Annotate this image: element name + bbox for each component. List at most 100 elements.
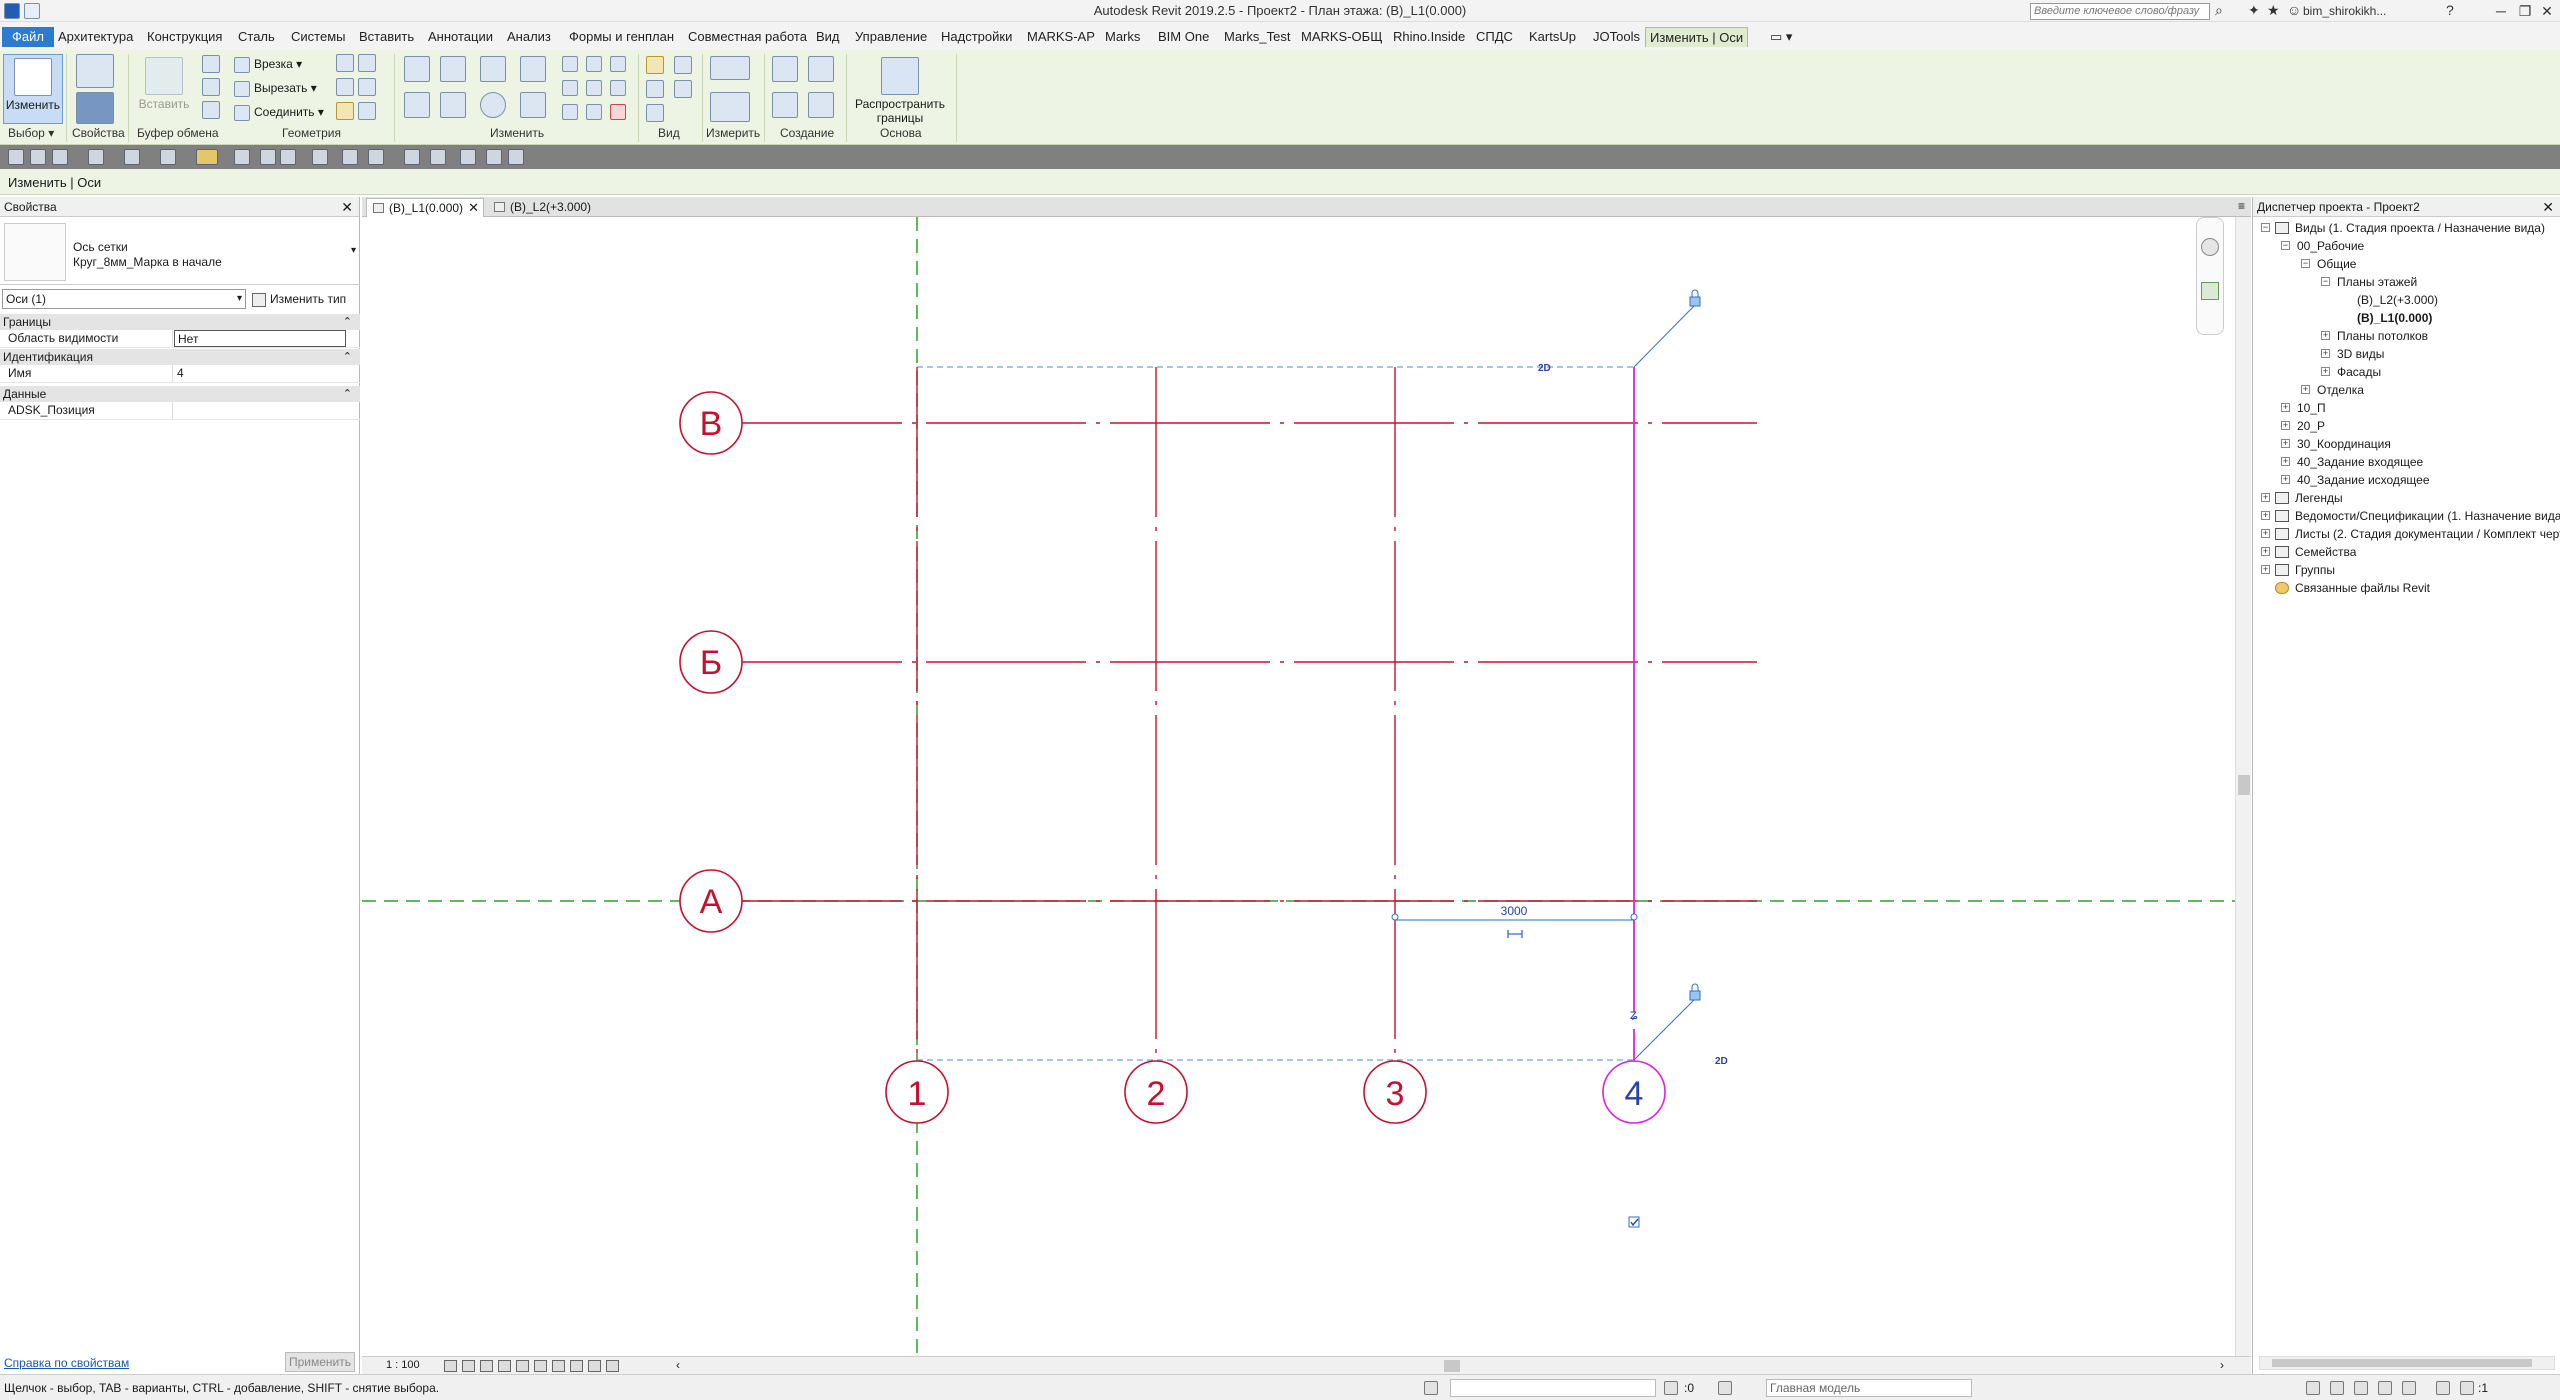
- help-search-input[interactable]: Введите ключевое слово/фразу: [2030, 3, 2210, 20]
- close-icon[interactable]: ✕: [2542, 197, 2554, 217]
- instance-filter-select[interactable]: Оси (1) ▾: [2, 289, 246, 309]
- unlock-3d-icon[interactable]: [552, 1360, 565, 1372]
- browser-item[interactable]: Фасады: [2337, 363, 2381, 381]
- dimension-qa-icon[interactable]: [234, 149, 250, 165]
- browser-item[interactable]: 3D виды: [2337, 345, 2384, 363]
- move-icon[interactable]: [404, 92, 430, 118]
- browser-item[interactable]: Планы потолков: [2337, 327, 2428, 345]
- tree-expand-toggle[interactable]: +: [2261, 547, 2270, 556]
- sun-path-icon[interactable]: [480, 1360, 493, 1372]
- close-tab-icon[interactable]: ✕: [468, 199, 479, 217]
- measure-qa-icon[interactable]: [196, 149, 218, 165]
- tab-marks-ap[interactable]: MARKS-AP: [1023, 27, 1099, 47]
- open-icon[interactable]: [8, 149, 24, 165]
- undo-icon[interactable]: [88, 149, 104, 165]
- tab-view-l1[interactable]: (В)_L1(0.000) ✕: [366, 198, 484, 217]
- drawing-area[interactable]: В Б А 1 2 3 4 ʑ 2D 2D 3000: [362, 217, 2235, 1356]
- demolish-icon[interactable]: [358, 78, 376, 96]
- group-identity[interactable]: Идентификация ⌃: [0, 349, 360, 365]
- browser-item[interactable]: Виды (1. Стадия проекта / Назначение вид…: [2295, 219, 2545, 237]
- tab-analyze[interactable]: Анализ: [503, 27, 555, 47]
- view-scale[interactable]: 1 : 100: [386, 1359, 420, 1371]
- thin-lines-icon[interactable]: [368, 149, 384, 165]
- panel-select[interactable]: Выбор ▾: [8, 126, 54, 140]
- browser-item[interactable]: 00_Рабочие: [2297, 237, 2364, 255]
- browser-item[interactable]: Отделка: [2317, 381, 2364, 399]
- help-icon[interactable]: ?: [2446, 2, 2454, 18]
- close-hidden-icon[interactable]: [404, 149, 420, 165]
- group-data[interactable]: Данные ⌃: [0, 386, 360, 402]
- tab-architecture[interactable]: Архитектура: [54, 27, 137, 47]
- join-button[interactable]: Соединить ▾: [234, 102, 324, 122]
- analysis-icon[interactable]: [606, 1360, 619, 1372]
- filter-icon[interactable]: [2460, 1381, 2474, 1395]
- tab-view-l2[interactable]: (В)_L2(+3.000): [488, 198, 598, 217]
- scroll-left-icon[interactable]: ‹: [676, 1358, 680, 1372]
- select-links-icon[interactable]: [2306, 1381, 2320, 1395]
- properties-icon[interactable]: [76, 92, 114, 124]
- split-face-icon[interactable]: [358, 54, 376, 72]
- tag-icon[interactable]: [260, 149, 276, 165]
- tab-marks-test[interactable]: Marks_Test: [1220, 27, 1294, 47]
- trim-icon[interactable]: [520, 92, 546, 118]
- tab-insert[interactable]: Вставить: [355, 27, 418, 47]
- create-parts-icon[interactable]: [772, 92, 798, 118]
- select-underlay-icon[interactable]: [2330, 1381, 2344, 1395]
- workset-select[interactable]: [1450, 1379, 1656, 1397]
- cut-geometry-button[interactable]: Вырезать ▾: [234, 78, 317, 98]
- browser-item[interactable]: Связанные файлы Revit: [2295, 579, 2430, 597]
- tab-modify-grids[interactable]: Изменить | Оси: [1645, 27, 1749, 47]
- override-graphics-icon[interactable]: [646, 56, 664, 74]
- tab-menu-icon[interactable]: ≡: [2238, 199, 2245, 213]
- tab-spds[interactable]: СПДС: [1472, 27, 1517, 47]
- minimize-button[interactable]: ─: [2488, 1, 2514, 21]
- pin-icon[interactable]: [610, 56, 626, 72]
- trim-extend-icon[interactable]: [562, 104, 578, 120]
- unpin-icon[interactable]: [610, 80, 626, 96]
- user-name[interactable]: bim_shirokikh...: [2303, 4, 2386, 18]
- name-field[interactable]: 4: [174, 365, 346, 382]
- type-properties-icon[interactable]: [76, 54, 114, 88]
- edit-type-button[interactable]: Изменить тип: [252, 289, 356, 309]
- print-icon[interactable]: [160, 149, 176, 165]
- browser-item[interactable]: 30_Координация: [2297, 435, 2391, 453]
- tree-expand-toggle[interactable]: −: [2301, 259, 2310, 268]
- tree-expand-toggle[interactable]: −: [2261, 223, 2270, 232]
- linework-icon[interactable]: [646, 80, 664, 98]
- align-icon[interactable]: [404, 56, 430, 82]
- match-properties-icon[interactable]: [202, 101, 220, 119]
- tree-expand-toggle[interactable]: +: [2261, 493, 2270, 502]
- browser-item[interactable]: 10_П: [2297, 399, 2326, 417]
- tree-expand-toggle[interactable]: +: [2321, 349, 2330, 358]
- navigation-bar[interactable]: [2196, 217, 2224, 335]
- hide-in-view-icon[interactable]: [674, 80, 692, 98]
- show-crop-icon[interactable]: [534, 1360, 547, 1372]
- mirror-draw-icon[interactable]: [520, 56, 546, 82]
- browser-item[interactable]: (В)_L2(+3.000): [2357, 291, 2438, 309]
- subscription-icon[interactable]: ✦: [2248, 2, 2260, 19]
- copy-icon[interactable]: [202, 78, 220, 96]
- position-field[interactable]: [174, 402, 346, 419]
- tab-annotate[interactable]: Аннотации: [424, 27, 497, 47]
- tree-expand-toggle[interactable]: +: [2301, 385, 2310, 394]
- create-similar-icon[interactable]: [808, 92, 834, 118]
- tab-systems[interactable]: Системы: [287, 27, 349, 47]
- steering-wheel-icon[interactable]: [2201, 238, 2219, 256]
- pick-icon[interactable]: [358, 102, 376, 120]
- browser-item[interactable]: Листы (2. Стадия документации / Комплект…: [2295, 525, 2560, 543]
- propagate-extents-button[interactable]: Распространить границы: [852, 54, 948, 125]
- switch-windows-icon[interactable]: [430, 149, 446, 165]
- isolate-icon[interactable]: [646, 104, 664, 122]
- tab-marks-common[interactable]: MARKS-ОБЩ: [1297, 27, 1386, 47]
- create-group-icon[interactable]: [808, 56, 834, 82]
- tab-addins[interactable]: Надстройки: [937, 27, 1016, 47]
- extend-icon[interactable]: [586, 104, 602, 120]
- worksets-icon[interactable]: [1424, 1381, 1438, 1395]
- design-options-icon[interactable]: [1718, 1381, 1732, 1395]
- tab-rhino-inside[interactable]: Rhino.Inside: [1389, 27, 1469, 47]
- tree-expand-toggle[interactable]: −: [2321, 277, 2330, 286]
- browser-item[interactable]: Легенды: [2295, 489, 2343, 507]
- browser-item[interactable]: 20_Р: [2297, 417, 2325, 435]
- background-processes-icon[interactable]: [2436, 1381, 2450, 1395]
- tab-bim-one[interactable]: BIM One: [1154, 27, 1213, 47]
